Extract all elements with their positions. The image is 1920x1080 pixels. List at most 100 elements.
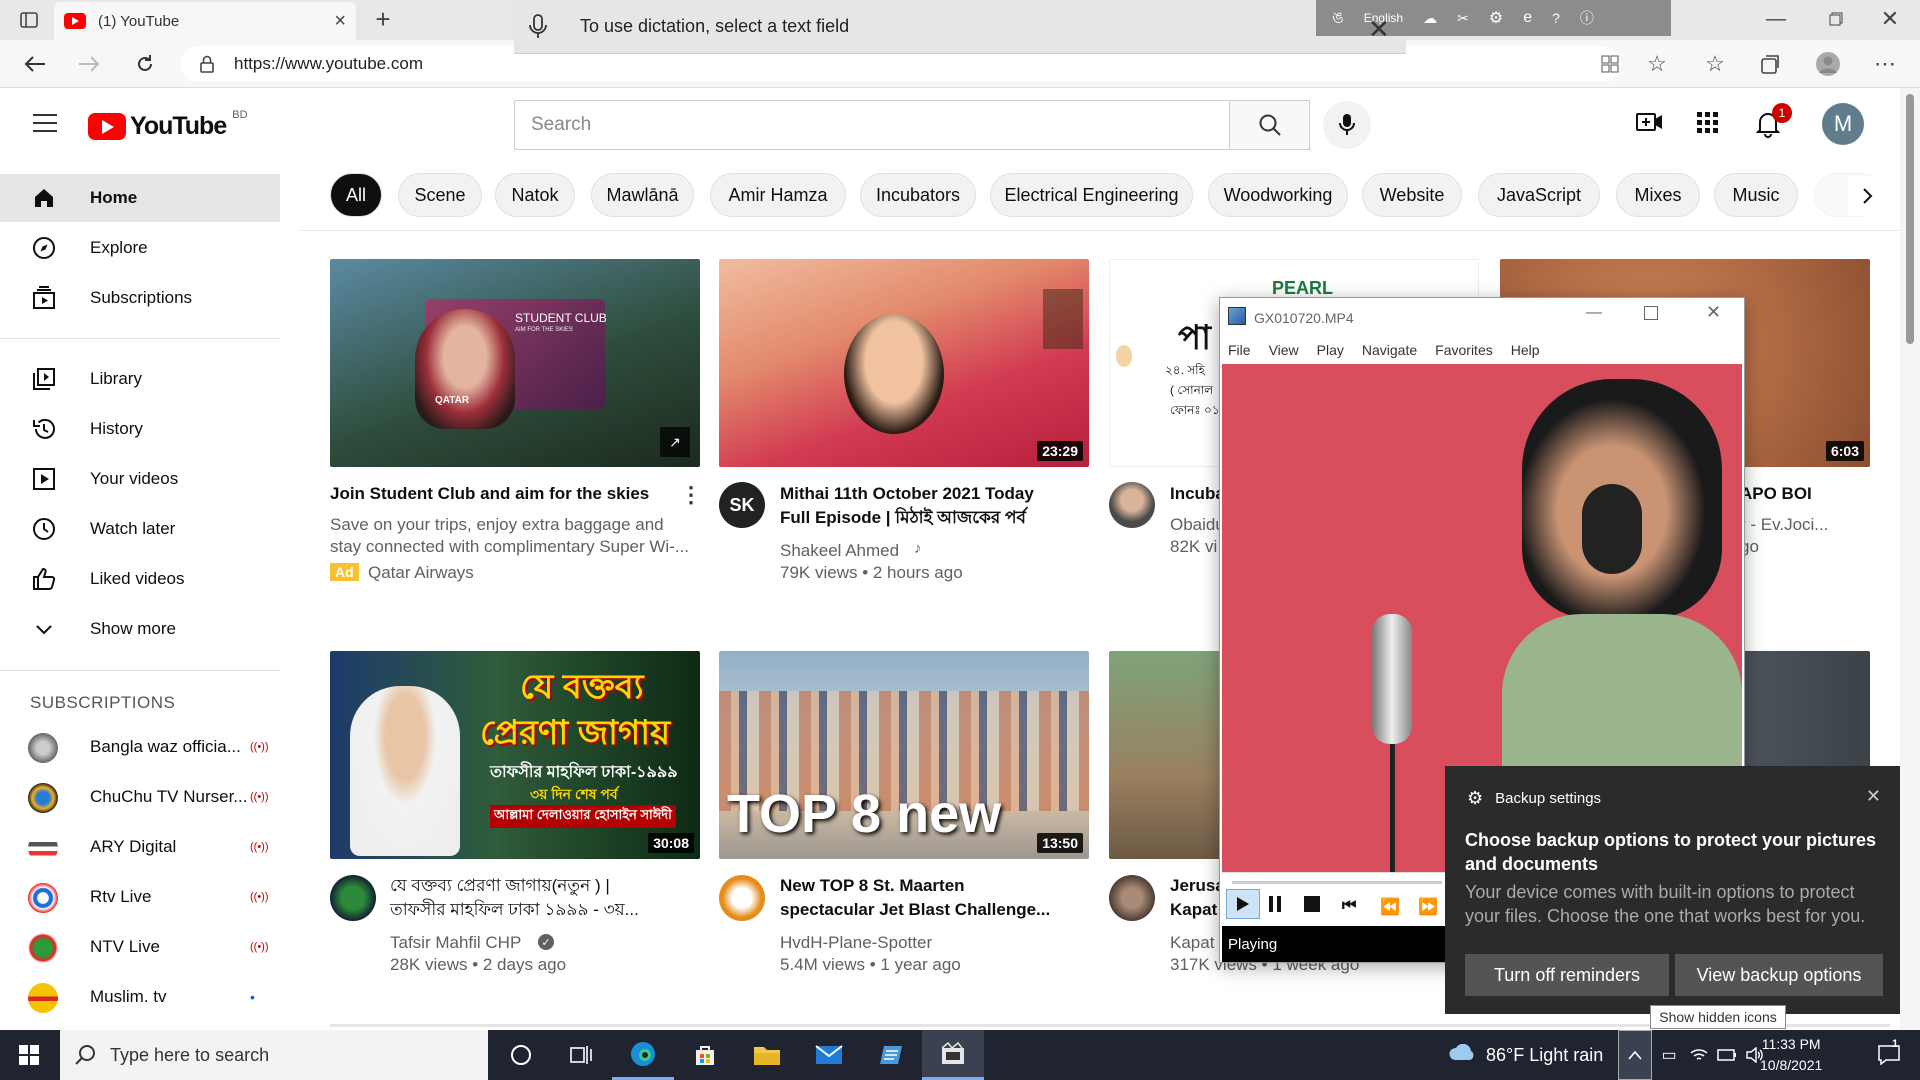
- window-close-icon[interactable]: ✕: [1870, 6, 1910, 32]
- chip-website[interactable]: Website: [1362, 173, 1462, 217]
- sidebar-item-explore[interactable]: Explore: [0, 224, 280, 272]
- channel-avatar[interactable]: [1109, 482, 1155, 528]
- more-options-icon[interactable]: ⋮: [680, 482, 702, 508]
- back-arrow-icon[interactable]: [20, 50, 50, 78]
- sidebar-item-liked-videos[interactable]: Liked videos: [0, 555, 280, 603]
- app-available-icon[interactable]: [1596, 52, 1624, 76]
- search-button[interactable]: [1230, 100, 1310, 150]
- chip-electrical-engineering[interactable]: Electrical Engineering: [990, 173, 1193, 217]
- notification-close-icon[interactable]: ✕: [1866, 786, 1881, 807]
- subscription-item[interactable]: NTV Live ((•)): [0, 923, 280, 971]
- subscription-item[interactable]: Bangla waz officia... ((•)): [0, 723, 280, 771]
- info-icon[interactable]: ⓘ: [1580, 8, 1594, 28]
- page-scrollbar[interactable]: [1900, 88, 1920, 1030]
- view-backup-options-button[interactable]: View backup options: [1675, 954, 1883, 996]
- channel-avatar[interactable]: [330, 875, 376, 921]
- chip-javascript[interactable]: JavaScript: [1478, 173, 1600, 217]
- player-menu-play[interactable]: Play: [1317, 342, 1344, 358]
- edge-taskbar-icon[interactable]: [612, 1030, 674, 1080]
- voice-search-button[interactable]: [1323, 101, 1371, 149]
- sidebar-item-show-more[interactable]: Show more: [0, 605, 280, 653]
- account-avatar[interactable]: M: [1822, 103, 1864, 145]
- video-thumbnail[interactable]: TOP 8 new 13:50: [719, 651, 1089, 859]
- video-title[interactable]: Mithai 11th October 2021 Today: [780, 482, 1034, 506]
- chip-mawlana[interactable]: Mawlānā: [591, 173, 694, 217]
- channel-name[interactable]: Tafsir Mahfil CHP: [390, 932, 521, 954]
- chip-music[interactable]: Music: [1714, 173, 1798, 217]
- apps-grid-icon[interactable]: [1697, 112, 1719, 134]
- refresh-icon[interactable]: [130, 50, 160, 78]
- video-title-line2[interactable]: Full Episode | মিঠাই আজকের পর্ব: [780, 506, 1026, 530]
- chip-natok[interactable]: Natok: [495, 173, 575, 217]
- chip-incubators[interactable]: Incubators: [860, 173, 976, 217]
- sidebar-item-watch-later[interactable]: Watch later: [0, 505, 280, 553]
- rewind-button[interactable]: ⏪: [1380, 897, 1400, 917]
- previous-button[interactable]: ⏮: [1342, 897, 1356, 915]
- channel-name[interactable]: Kapat: [1170, 932, 1214, 954]
- external-link-icon[interactable]: ↗: [660, 427, 690, 457]
- channel-name[interactable]: Obaidu: [1170, 514, 1225, 536]
- chip-all[interactable]: All: [330, 173, 382, 217]
- file-explorer-icon[interactable]: [736, 1030, 798, 1080]
- video-title-line2[interactable]: তাফসীর মাহফিল ঢাকা ১৯৯৯ - ৩য়...: [390, 898, 639, 922]
- mail-icon[interactable]: [798, 1030, 860, 1080]
- subscription-item[interactable]: Rtv Live ((•)): [0, 873, 280, 921]
- fast-forward-button[interactable]: ⏩: [1418, 897, 1438, 917]
- taskbar-search-box[interactable]: Type here to search: [60, 1030, 488, 1080]
- settings-more-icon[interactable]: ⋯: [1870, 50, 1900, 78]
- video-thumbnail[interactable]: 23:29: [719, 259, 1089, 467]
- video-thumbnail[interactable]: STUDENT CLUB AIM FOR THE SKIES QATAR ↗: [330, 259, 700, 467]
- window-restore-icon[interactable]: [1816, 6, 1856, 32]
- chip-woodworking[interactable]: Woodworking: [1208, 173, 1348, 217]
- ime-icon[interactable]: ঙ: [1332, 5, 1344, 32]
- sidebar-item-home[interactable]: Home: [0, 174, 280, 222]
- sidebar-item-your-videos[interactable]: Your videos: [0, 455, 280, 503]
- player-minimize-icon[interactable]: —: [1586, 304, 1602, 322]
- player-menu-favorites[interactable]: Favorites: [1435, 342, 1493, 358]
- tools-icon[interactable]: ✂: [1457, 10, 1469, 27]
- channel-avatar[interactable]: [719, 875, 765, 921]
- channel-name[interactable]: r - Ev.Joci...: [1740, 514, 1828, 536]
- create-video-icon[interactable]: [1636, 109, 1664, 135]
- video-title[interactable]: Incuba: [1170, 482, 1225, 506]
- video-title-line2[interactable]: spectacular Jet Blast Challenge...: [780, 898, 1050, 922]
- subscription-item[interactable]: Muslim. tv •: [0, 973, 280, 1021]
- stop-button[interactable]: [1304, 896, 1320, 912]
- seek-bar[interactable]: [1232, 881, 1442, 884]
- pause-button[interactable]: [1268, 895, 1282, 913]
- video-title[interactable]: New TOP 8 St. Maarten: [780, 874, 965, 898]
- sidebar-item-subscriptions[interactable]: Subscriptions: [0, 274, 280, 322]
- channel-avatar[interactable]: [1109, 875, 1155, 921]
- dictation-close-icon[interactable]: ✕: [1368, 14, 1390, 45]
- video-title[interactable]: যে বক্তব্য প্রেরণা জাগায়(নতুন ) |: [390, 874, 610, 898]
- turn-off-reminders-button[interactable]: Turn off reminders: [1465, 954, 1669, 996]
- youtube-logo[interactable]: YouTube BD: [88, 109, 248, 141]
- video-title[interactable]: Join Student Club and aim for the skies: [330, 482, 649, 506]
- microsoft-store-icon[interactable]: [674, 1030, 736, 1080]
- forward-arrow-icon[interactable]: [74, 50, 104, 78]
- chip-mixes[interactable]: Mixes: [1616, 173, 1700, 217]
- scrollbar-thumb[interactable]: [1906, 94, 1914, 344]
- window-minimize-icon[interactable]: —: [1756, 6, 1796, 32]
- player-maximize-icon[interactable]: [1644, 306, 1658, 320]
- subscription-item[interactable]: ARY Digital ((•)): [0, 823, 280, 871]
- player-close-icon[interactable]: ✕: [1706, 302, 1721, 323]
- search-input[interactable]: Search: [514, 100, 1230, 150]
- tab-close-icon[interactable]: ×: [334, 10, 346, 33]
- player-menu-view[interactable]: View: [1269, 342, 1299, 358]
- player-menu-file[interactable]: File: [1228, 342, 1251, 358]
- favorites-icon[interactable]: ☆: [1700, 50, 1730, 78]
- notepad-icon[interactable]: [860, 1030, 922, 1080]
- cloud-icon[interactable]: ☁: [1423, 10, 1437, 27]
- show-hidden-icons-button[interactable]: [1618, 1030, 1652, 1080]
- browser-tab-youtube[interactable]: (1) YouTube ×: [54, 2, 356, 40]
- sidebar-item-library[interactable]: Library: [0, 355, 280, 403]
- gear-icon[interactable]: ⚙: [1489, 8, 1503, 28]
- video-thumbnail[interactable]: যে বক্তব্য প্রেরণা জাগায় তাফসীর মাহফিল …: [330, 651, 700, 859]
- video-title-line2[interactable]: Kapat: [1170, 898, 1217, 922]
- channel-name[interactable]: Shakeel Ahmed: [780, 540, 899, 562]
- player-menu-navigate[interactable]: Navigate: [1362, 342, 1417, 358]
- start-button[interactable]: [0, 1030, 58, 1080]
- media-player-taskbar-icon[interactable]: [922, 1030, 984, 1080]
- player-menu-help[interactable]: Help: [1511, 342, 1540, 358]
